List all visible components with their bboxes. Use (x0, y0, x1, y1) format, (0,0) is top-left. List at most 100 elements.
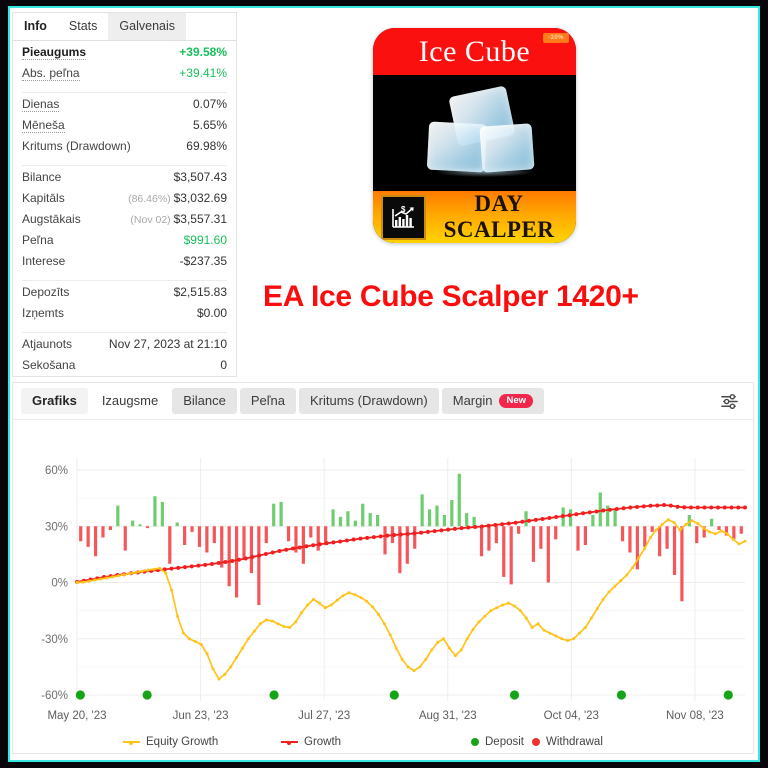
chart-tab-izaugsme[interactable]: Izaugsme (90, 388, 170, 414)
series-marker (264, 618, 268, 622)
series-marker (257, 553, 262, 558)
series-marker (648, 536, 652, 539)
series-marker (459, 526, 464, 531)
stat-value-main: $0.00 (196, 306, 227, 320)
stat-value: 5.65% (193, 118, 227, 132)
series-marker (241, 646, 245, 650)
svg-text:$: $ (401, 205, 406, 214)
stat-label: Kapitāls (22, 191, 65, 205)
series-marker (236, 557, 241, 562)
deposit-marker[interactable] (142, 690, 152, 700)
series-marker (297, 545, 302, 550)
growth-chart[interactable]: 60% 30% 0% -30% -60% May 20, '23 Jun 23, '23 Ju… (13, 420, 755, 754)
chart-bar (301, 526, 305, 564)
stat-value: +39.58% (179, 45, 227, 59)
chart-bar (353, 520, 357, 527)
chart-bar (138, 524, 142, 527)
chart-bar (212, 526, 216, 544)
chart-bar (183, 526, 187, 545)
stat-value: $991.60 (184, 233, 227, 247)
sliders-icon[interactable] (715, 388, 743, 414)
chart-tab-margin[interactable]: Margin New (441, 388, 545, 414)
legend-swatch (281, 740, 298, 745)
legend-item[interactable]: Growth (281, 736, 463, 748)
stats-panel-tabs: Info Stats Galvenais (13, 13, 236, 41)
stat-value: 69.98% (186, 139, 227, 153)
series-marker (230, 558, 235, 563)
series-marker (702, 505, 707, 510)
legend-item[interactable]: Withdrawal (532, 736, 603, 748)
chart-svg: 60% 30% 0% -30% -60% May 20, '23 Jun 23, '23 Ju… (41, 458, 747, 722)
legend-label: Deposit (485, 736, 524, 748)
outer-frame: Info Stats Galvenais Pieaugums +39.58% Abs. … (0, 0, 768, 768)
stats-tab-stats[interactable]: Stats (57, 13, 109, 40)
series-marker (152, 567, 156, 571)
series-marker (93, 578, 97, 582)
legend-item[interactable]: Deposit (471, 736, 524, 748)
series-marker (146, 568, 150, 572)
logo-title: Ice Cube (418, 34, 531, 68)
stat-value: Nov 27, 2023 at 21:10 (109, 337, 227, 351)
series-marker (540, 516, 545, 521)
chart-tab-grafiks[interactable]: Grafiks (21, 388, 88, 414)
y-axis-tick-label: 60% (45, 465, 68, 477)
stat-row: Kritums (Drawdown) 69.98% (13, 139, 236, 160)
chart-bar (576, 526, 580, 551)
series-marker (666, 518, 670, 522)
series-marker (87, 579, 91, 583)
x-axis-tick-label: Oct 04, '23 (544, 710, 599, 722)
deposit-marker[interactable] (269, 690, 279, 700)
series-marker (554, 634, 558, 638)
series-marker (648, 503, 653, 508)
series-marker (385, 533, 390, 538)
legend-label: Withdrawal (546, 736, 603, 748)
chart-bar (338, 516, 343, 527)
chart-bar (197, 526, 202, 547)
series-marker (702, 526, 706, 530)
deposit-marker[interactable] (389, 690, 399, 700)
series-marker (392, 533, 397, 538)
chart-tab-pe-na[interactable]: Peľna (239, 388, 296, 414)
series-marker (608, 507, 613, 512)
chart-bar (739, 526, 743, 534)
chart-bar (650, 526, 654, 532)
deposit-marker[interactable] (75, 690, 85, 700)
legend-item[interactable]: Equity Growth (123, 736, 273, 748)
chart-bar (257, 526, 261, 605)
stats-tab-galvenais[interactable]: Galvenais (108, 13, 187, 40)
series-marker (719, 529, 723, 533)
chart-bar (368, 513, 372, 527)
chart-bar (628, 526, 632, 553)
chart-tab-label: Margin (452, 393, 493, 408)
stat-row: Abs. peľna +39.41% (13, 66, 236, 87)
chart-bar (598, 492, 602, 527)
series-marker (288, 626, 292, 629)
series-marker (471, 627, 475, 631)
stat-label: Kritums (Drawdown) (22, 139, 131, 153)
series-marker (641, 504, 646, 509)
series-marker (282, 625, 286, 629)
chart-tab-bilance[interactable]: Bilance (172, 388, 237, 414)
series-marker (400, 657, 404, 661)
series-marker (270, 619, 274, 623)
stat-row: Mēneša 5.65% (13, 118, 236, 139)
series-marker (170, 588, 174, 592)
chart-tab-kritums-drawdown[interactable]: Kritums (Drawdown) (298, 388, 439, 414)
series-marker (501, 603, 505, 607)
chart-bar (101, 526, 105, 538)
chart-bar (86, 526, 90, 547)
stat-label: Pieaugums (22, 45, 87, 60)
deposit-marker[interactable] (723, 690, 733, 700)
chart-bar (249, 526, 254, 574)
series-marker (99, 577, 103, 581)
series-marker (284, 547, 289, 552)
series-marker (81, 580, 85, 584)
series-marker (229, 665, 233, 669)
stat-value-main: $3,557.31 (173, 212, 227, 226)
stats-tab-info[interactable]: Info (13, 13, 58, 40)
series-marker (311, 543, 316, 548)
chart-bar (264, 526, 268, 544)
chart-bar (465, 513, 469, 527)
deposit-marker[interactable] (616, 690, 627, 700)
deposit-marker[interactable] (509, 690, 520, 700)
